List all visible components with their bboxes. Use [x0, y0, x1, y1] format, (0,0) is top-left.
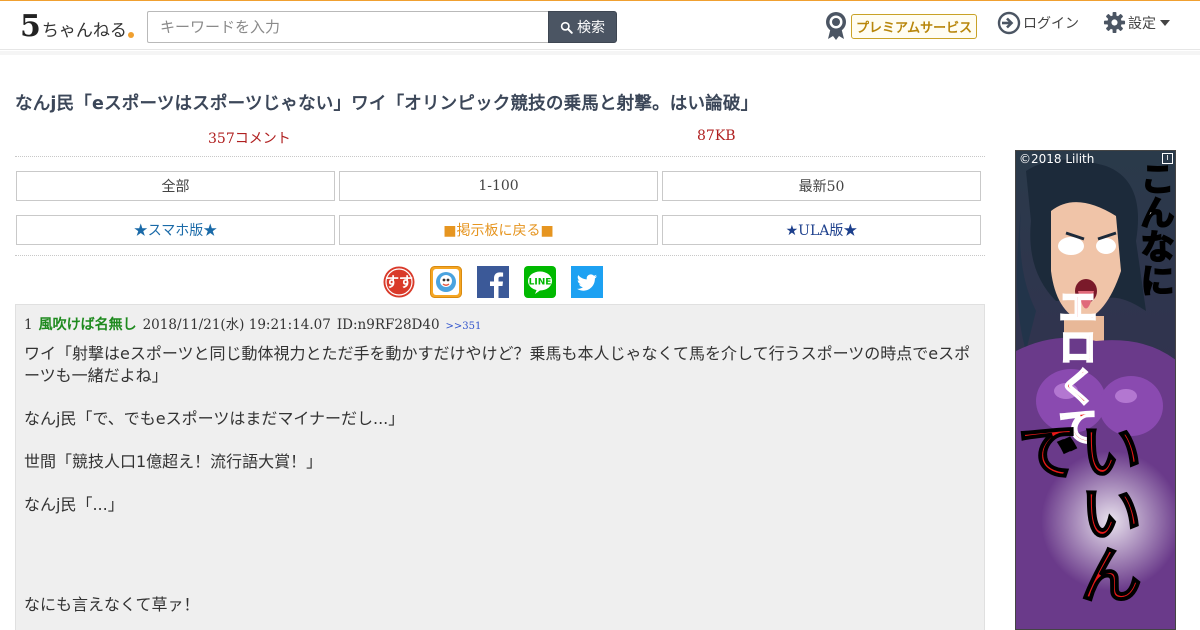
- matome-app-icon[interactable]: [430, 266, 462, 298]
- search-input[interactable]: [147, 11, 549, 43]
- sumaho-matome-icon[interactable]: すす: [383, 266, 415, 298]
- facebook-icon[interactable]: [477, 266, 509, 298]
- gear-icon: [1103, 11, 1126, 34]
- post-line: なんj民「...」: [24, 495, 124, 514]
- divider: [15, 156, 985, 157]
- logo-dot-icon: [127, 32, 134, 38]
- logo-number: 5: [20, 9, 41, 44]
- show-all-button[interactable]: 全部: [16, 171, 335, 201]
- post-date: 2018/11/21(水) 19:21:14.07: [142, 317, 331, 333]
- smartphone-version-button[interactable]: ★スマホ版★: [16, 215, 335, 245]
- search-button[interactable]: 検索: [548, 11, 617, 43]
- search-icon: [560, 21, 573, 34]
- poster-id[interactable]: ID:n9RF28D40: [337, 317, 440, 333]
- post-header: 1 風吹けば名無し 2018/11/21(水) 19:21:14.07 ID:n…: [24, 313, 481, 334]
- poster-name: 風吹けば名無し: [38, 317, 137, 333]
- settings-label: 設定: [1128, 15, 1156, 32]
- line-icon[interactable]: LINE: [524, 266, 556, 298]
- search-button-label: 検索: [577, 20, 605, 36]
- premium-label: プレミアムサービス: [851, 13, 978, 39]
- latest-50-button[interactable]: 最新50: [662, 171, 981, 201]
- comment-count: 357コメント: [208, 131, 291, 147]
- ad-credit: ©2018 Lilith: [1019, 152, 1095, 166]
- back-to-board-button[interactable]: ■掲示板に戻る■: [339, 215, 658, 245]
- svg-text:LINE: LINE: [529, 278, 552, 288]
- post-body: ワイ「射撃はeスポーツと同じ動体視力とただ手を動かすだけやけど？乗馬も本人じゃな…: [24, 343, 974, 630]
- award-badge-icon: [826, 12, 846, 40]
- header-band: [0, 51, 1200, 55]
- login-icon: [997, 11, 1021, 35]
- login-link[interactable]: ログイン: [997, 11, 1079, 35]
- ad-banner[interactable]: ©2018 Lilith i こんなに エロくて いいんで: [1015, 150, 1176, 630]
- login-label: ログイン: [1023, 16, 1079, 32]
- site-logo[interactable]: 5 ちゃんねる: [20, 10, 134, 42]
- ad-text-1: こんなに: [1133, 160, 1175, 298]
- divider: [15, 255, 985, 256]
- reply-link[interactable]: >>351: [446, 321, 482, 332]
- site-header: 5 ちゃんねる 検索 プレミアムサービス ログイン: [0, 0, 1200, 50]
- thread-title: なんj民「eスポーツはスポーツじゃない」ワイ「オリンピック競技の乗馬と射撃。はい…: [15, 94, 759, 114]
- post-line: なんj民「で、でもeスポーツはまだマイナーだし...」: [24, 409, 405, 428]
- ad-text-3: いいんで: [1015, 418, 1143, 606]
- thread-size: 87KB: [697, 128, 736, 144]
- caret-down-icon: [1160, 19, 1170, 26]
- svg-text:すす: すす: [385, 275, 413, 291]
- ula-version-button[interactable]: ★ULA版★: [662, 215, 981, 245]
- post-line: 世間「競技人口1億超え！流行語大賞！」: [24, 452, 323, 471]
- post-number[interactable]: 1: [24, 317, 33, 333]
- post-line: なにも言えなくて草ァ！: [24, 595, 200, 614]
- twitter-icon[interactable]: [571, 266, 603, 298]
- logo-text: ちゃんねる: [41, 21, 127, 41]
- premium-service-link[interactable]: プレミアムサービス: [824, 11, 978, 41]
- settings-menu[interactable]: 設定: [1103, 11, 1170, 34]
- post-line: ワイ「射撃はeスポーツと同じ動体視力とただ手を動かすだけやけど？乗馬も本人じゃな…: [24, 344, 971, 385]
- show-1-100-button[interactable]: 1-100: [339, 171, 658, 201]
- post: 1 風吹けば名無し 2018/11/21(水) 19:21:14.07 ID:n…: [15, 304, 985, 630]
